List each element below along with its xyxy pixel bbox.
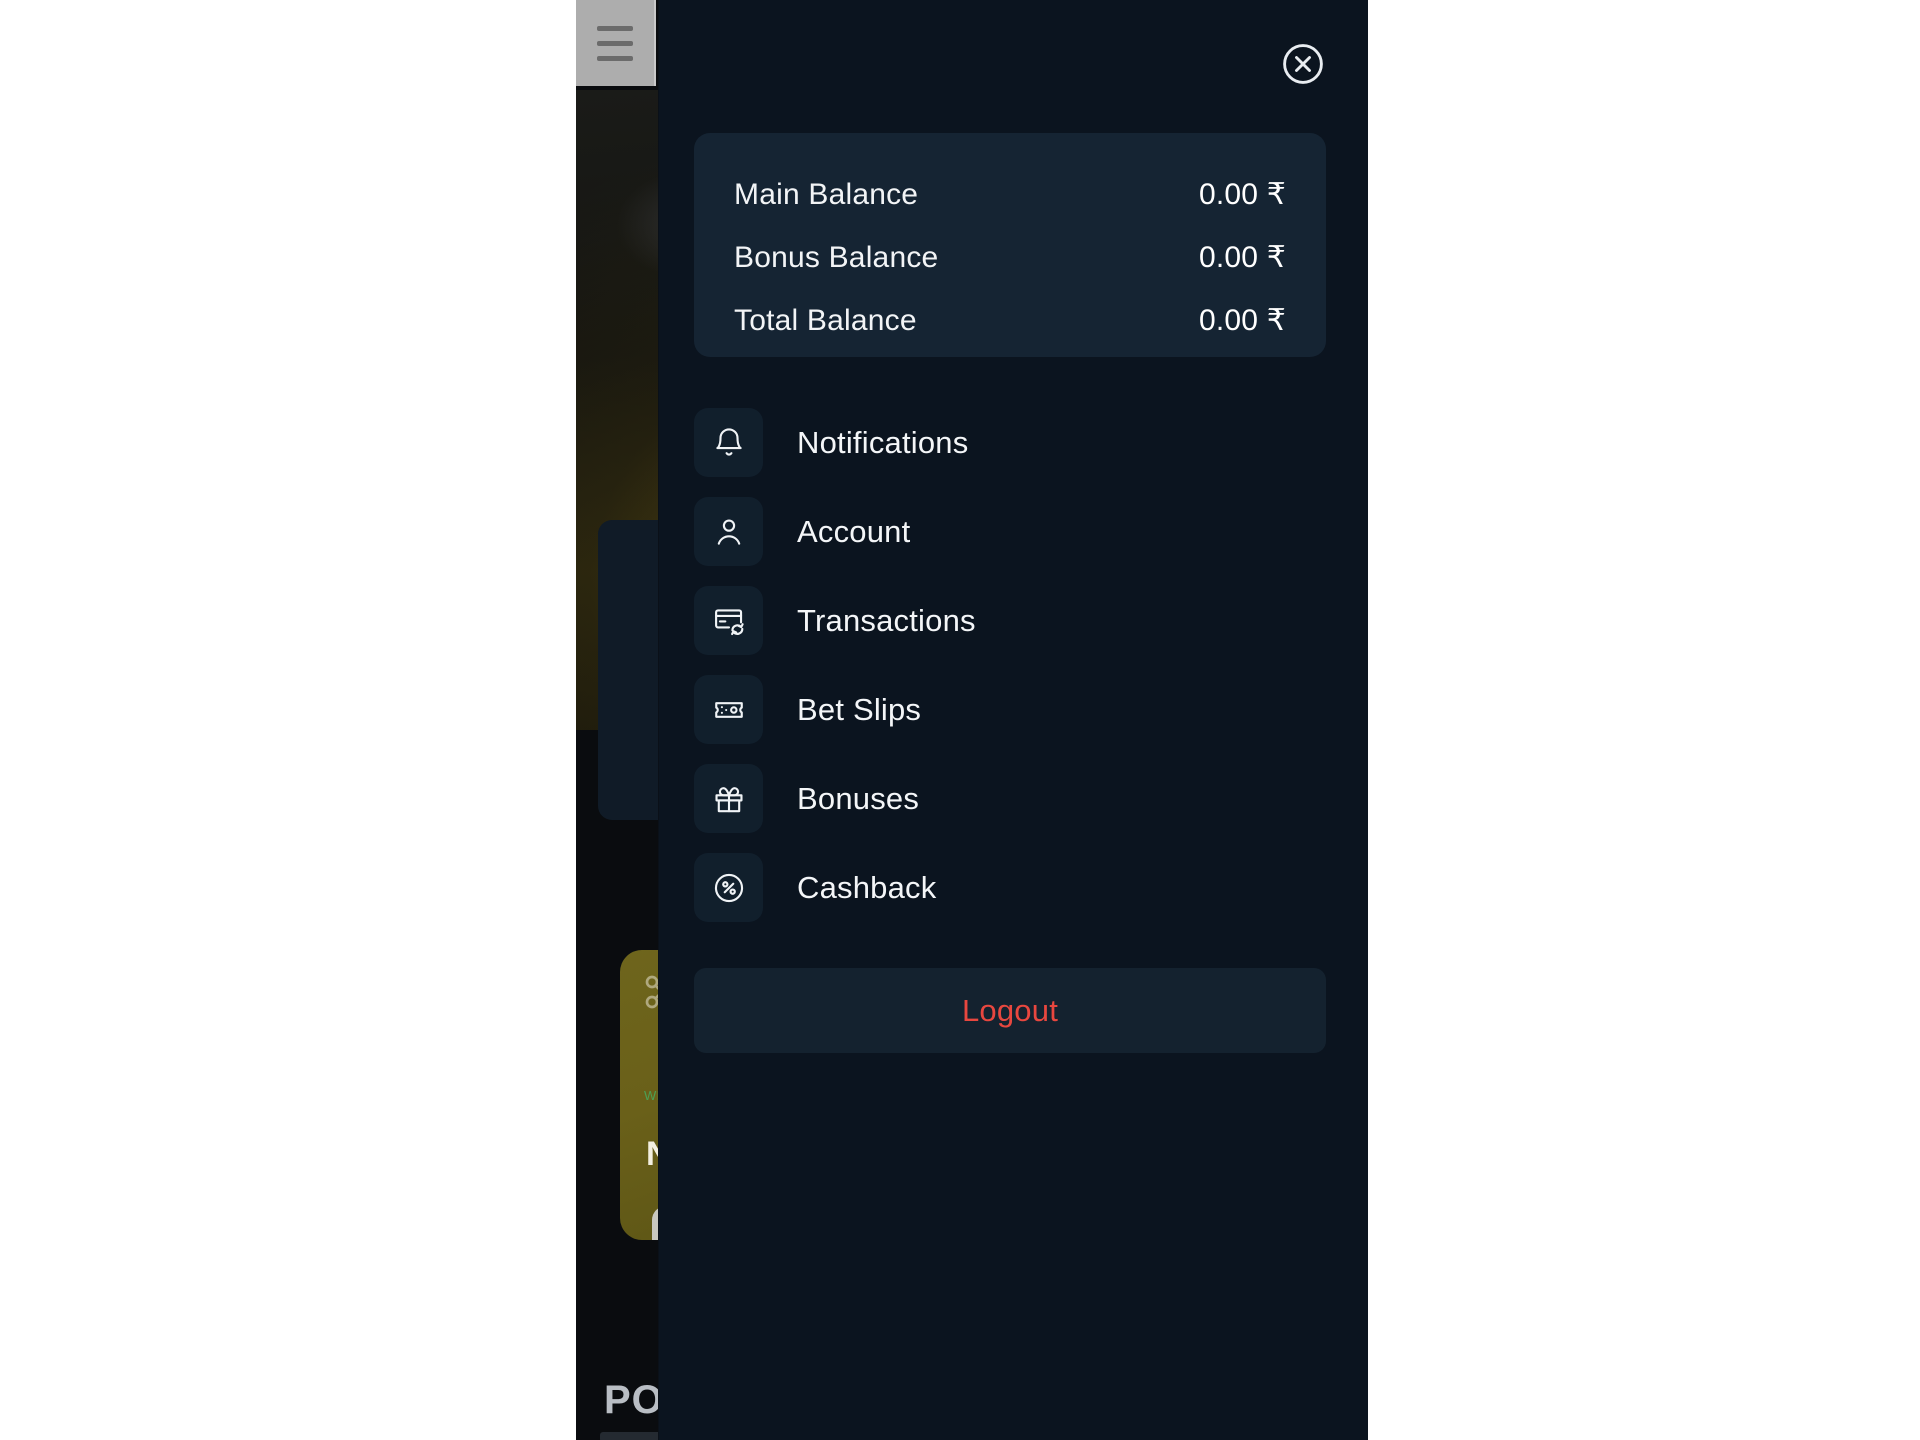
percent-circle-icon xyxy=(694,853,763,922)
balance-card: Main Balance 0.00 ₹ Bonus Balance 0.00 ₹… xyxy=(694,133,1326,357)
ticket-icon xyxy=(694,675,763,744)
menu-item-transactions[interactable]: Transactions xyxy=(694,576,1334,665)
logout-button[interactable]: Logout xyxy=(694,968,1326,1053)
menu-item-label: Cashback xyxy=(797,869,937,905)
hamburger-bar xyxy=(597,55,633,61)
gift-icon xyxy=(694,764,763,833)
menu-item-label: Bonuses xyxy=(797,780,920,816)
logout-label: Logout xyxy=(961,992,1059,1028)
close-circle-icon[interactable] xyxy=(1279,40,1327,88)
balance-label: Total Balance xyxy=(734,303,917,337)
hamburger-bar xyxy=(597,40,633,46)
menu-item-cashback[interactable]: Cashback xyxy=(694,843,1334,932)
menu-item-label: Bet Slips xyxy=(797,691,922,727)
drawer-header xyxy=(659,0,1368,118)
bell-icon xyxy=(694,408,763,477)
screen: WELCOME N POI Main Balance xyxy=(0,0,1920,1440)
balance-value: 0.00 ₹ xyxy=(1198,241,1286,274)
menu-item-label: Notifications xyxy=(797,424,969,460)
account-drawer: Main Balance 0.00 ₹ Bonus Balance 0.00 ₹… xyxy=(658,0,1368,1440)
balance-value: 0.00 ₹ xyxy=(1198,178,1286,211)
menu-item-account[interactable]: Account xyxy=(694,487,1334,576)
drawer-menu-list: Notifications Account Transactions Bet S… xyxy=(694,398,1334,932)
user-icon xyxy=(694,497,763,566)
menu-item-notifications[interactable]: Notifications xyxy=(694,398,1334,487)
balance-row-bonus: Bonus Balance 0.00 ₹ xyxy=(734,226,1286,289)
menu-item-label: Account xyxy=(797,513,911,549)
balance-row-total: Total Balance 0.00 ₹ xyxy=(734,289,1286,352)
balance-label: Main Balance xyxy=(734,177,919,211)
balance-label: Bonus Balance xyxy=(734,240,939,274)
card-refresh-icon xyxy=(694,586,763,655)
balance-value: 0.00 ₹ xyxy=(1198,304,1286,337)
menu-item-bonuses[interactable]: Bonuses xyxy=(694,754,1334,843)
menu-item-label: Transactions xyxy=(797,602,976,638)
hamburger-bar xyxy=(597,25,633,31)
balance-row-main: Main Balance 0.00 ₹ xyxy=(734,163,1286,226)
hamburger-menu-icon[interactable] xyxy=(576,0,656,86)
menu-item-bet-slips[interactable]: Bet Slips xyxy=(694,665,1334,754)
